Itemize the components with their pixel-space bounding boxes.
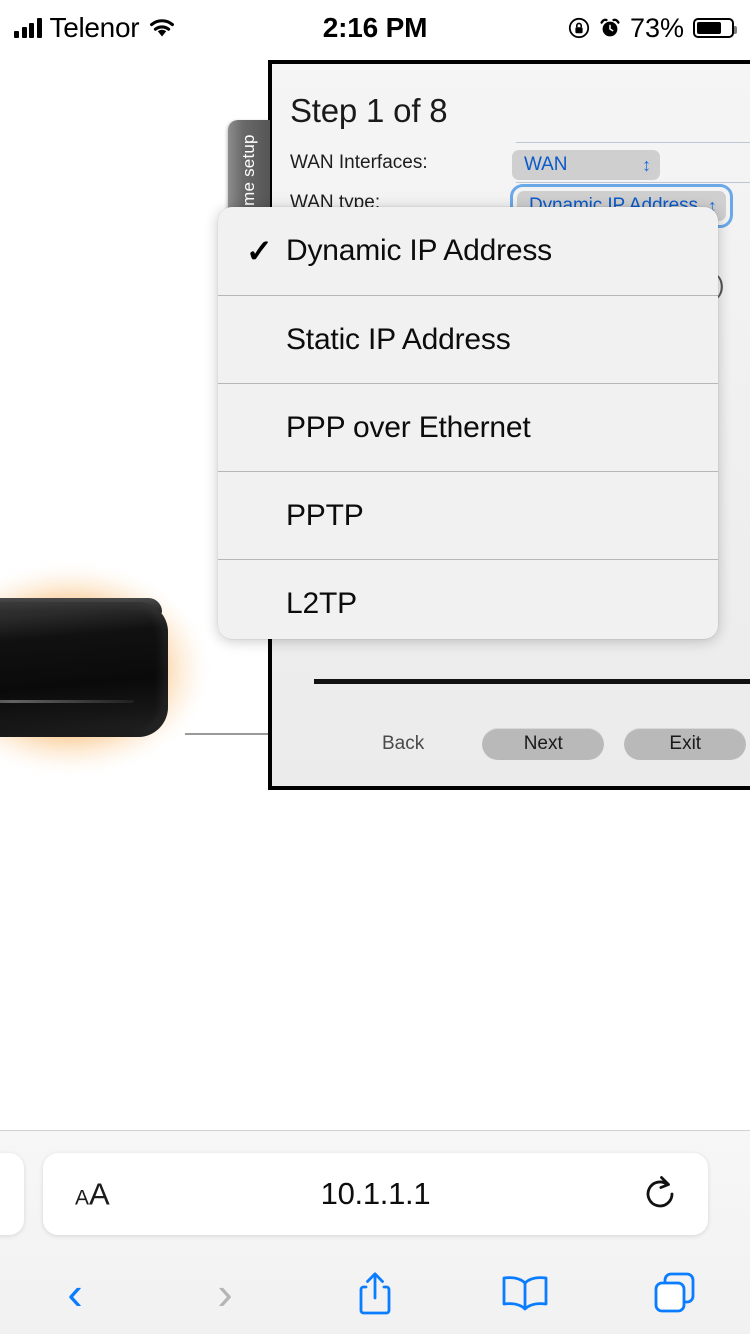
back-button[interactable]: ‹ (0, 1270, 150, 1316)
ios-status-bar: Telenor 2:16 PM 73% (0, 0, 750, 56)
bookmarks-icon (499, 1272, 551, 1314)
router-body (0, 602, 168, 737)
check-icon-placeholder: ✓ (246, 588, 286, 620)
forward-button[interactable]: › (150, 1270, 300, 1316)
text-size-small-a: A (75, 1186, 90, 1210)
web-page-viewport: Step 1 of 8 WAN Interfaces: WAN ↕ WAN ty… (0, 56, 750, 1130)
tabs-icon (652, 1270, 698, 1316)
battery-percent-label: 73% (629, 12, 684, 43)
adjacent-tab-card[interactable] (0, 1153, 24, 1235)
popup-option-dynamic-ip[interactable]: ✓ Dynamic IP Address (218, 207, 718, 295)
wan-interfaces-select[interactable]: WAN ↕ (512, 150, 660, 180)
popup-option-label: PPP over Ethernet (286, 410, 531, 444)
check-icon-placeholder: ✓ (246, 500, 286, 532)
next-button[interactable]: Next (482, 728, 605, 760)
popup-option-label: Static IP Address (286, 322, 511, 356)
forward-chevron-icon: › (217, 1267, 233, 1319)
popup-option-ppp-over-ethernet[interactable]: ✓ PPP over Ethernet (218, 383, 718, 471)
stepper-chevrons-icon: ↕ (642, 155, 651, 175)
wan-interfaces-select-value: WAN (524, 154, 568, 175)
check-icon-placeholder: ✓ (246, 412, 286, 444)
alarm-clock-icon (599, 17, 621, 39)
text-size-button[interactable]: A A (75, 1179, 110, 1210)
safari-bottom-bars: A A 10.1.1.1 ‹ › (0, 1130, 750, 1334)
rotation-lock-icon (568, 17, 590, 39)
router-product-image (0, 554, 210, 784)
url-text: 10.1.1.1 (320, 1176, 431, 1211)
share-button[interactable] (300, 1268, 450, 1318)
exit-button[interactable]: Exit (624, 728, 747, 760)
back-button[interactable]: Back (382, 733, 424, 755)
popup-option-static-ip[interactable]: ✓ Static IP Address (218, 295, 718, 383)
popup-option-pptp[interactable]: ✓ PPTP (218, 471, 718, 559)
battery-icon (693, 18, 737, 38)
wan-interfaces-label: WAN Interfaces: (290, 152, 428, 173)
popup-option-label: Dynamic IP Address (286, 234, 552, 267)
status-bar-right: 73% (568, 12, 737, 44)
reload-icon[interactable] (642, 1174, 680, 1214)
popup-option-l2tp[interactable]: ✓ L2TP (218, 559, 718, 639)
router-seam (0, 700, 134, 703)
wan-interfaces-select-wrap: WAN ↕ (512, 150, 660, 180)
bookmarks-button[interactable] (450, 1272, 600, 1314)
field-divider-2 (516, 182, 750, 183)
router-connector-line (185, 733, 271, 735)
address-bar[interactable]: A A 10.1.1.1 (43, 1153, 708, 1235)
popup-option-label: PPTP (286, 498, 364, 532)
check-icon-placeholder: ✓ (246, 324, 286, 356)
field-divider-1 (516, 142, 750, 143)
popup-option-label: L2TP (286, 586, 357, 620)
back-chevron-icon: ‹ (67, 1267, 83, 1319)
section-divider (314, 679, 750, 684)
wan-type-option-popup[interactable]: ✓ Dynamic IP Address ✓ Static IP Address… (218, 207, 718, 639)
share-icon (354, 1268, 396, 1318)
wizard-button-row: Back Next Exit (314, 722, 750, 766)
tabs-button[interactable] (600, 1270, 750, 1316)
safari-toolbar: ‹ › (0, 1251, 750, 1335)
page-title: Step 1 of 8 (290, 92, 448, 129)
check-icon: ✓ (246, 233, 273, 269)
text-size-large-a: A (89, 1176, 110, 1212)
